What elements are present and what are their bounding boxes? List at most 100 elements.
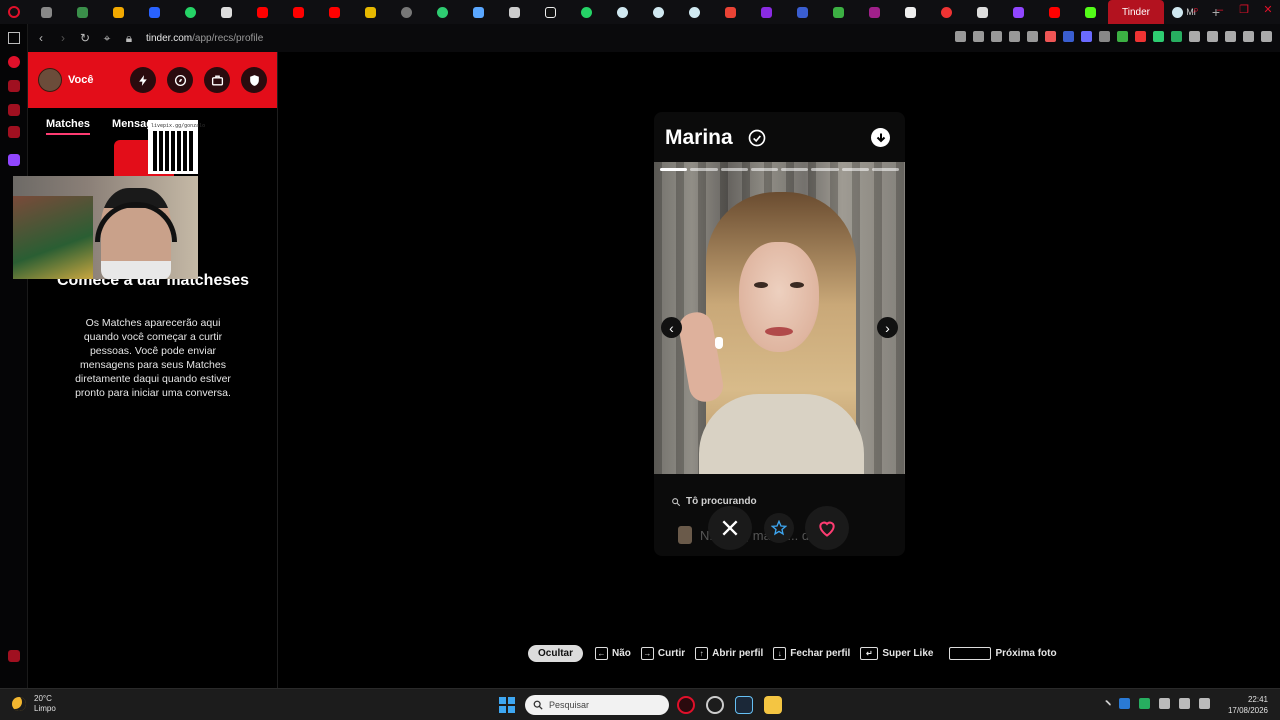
opera-app-icon[interactable] — [677, 696, 695, 714]
tab-pinned[interactable] — [388, 0, 424, 24]
photo-progress-segment[interactable] — [871, 168, 899, 171]
tab-pinned[interactable] — [424, 0, 460, 24]
tab-pinned[interactable] — [1072, 0, 1108, 24]
extension-icon[interactable] — [1153, 31, 1164, 42]
clock[interactable]: 22:41 17/08/2026 — [1228, 694, 1268, 716]
shop-button[interactable] — [204, 67, 230, 93]
tab-pinned[interactable] — [928, 0, 964, 24]
snapshot-icon[interactable] — [973, 31, 984, 42]
tab-tiktok[interactable] — [532, 0, 568, 24]
location-icon[interactable]: ⌖ — [98, 31, 116, 46]
tab-pinned[interactable] — [640, 0, 676, 24]
opera-menu-icon[interactable] — [0, 0, 28, 24]
weather-widget[interactable]: 20°C Limpo — [12, 694, 56, 714]
sidebar-app-icon[interactable] — [8, 126, 20, 138]
microphone-icon[interactable] — [1159, 698, 1170, 709]
tab-pinned[interactable] — [136, 0, 172, 24]
tab-pinned[interactable] — [892, 0, 928, 24]
extension-icon[interactable] — [1063, 31, 1074, 42]
tab-pinned[interactable] — [28, 0, 64, 24]
extension-icon[interactable] — [1117, 31, 1128, 42]
back-button[interactable]: ‹ — [32, 31, 50, 45]
sidebar-app-icon[interactable] — [8, 80, 20, 92]
tray-app-icon[interactable] — [1139, 698, 1150, 709]
heart-icon[interactable] — [1027, 31, 1038, 42]
sidebar-app-icon[interactable] — [8, 104, 20, 116]
extension-icon[interactable] — [1135, 31, 1146, 42]
tab-pinned[interactable] — [352, 0, 388, 24]
tray-chevron-icon[interactable] — [1101, 699, 1112, 710]
tab-matches[interactable]: Matches — [46, 118, 91, 135]
photo-progress-segment[interactable] — [841, 168, 869, 171]
like-button[interactable] — [805, 506, 849, 550]
photo-progress-segment[interactable] — [750, 168, 778, 171]
extension-icon[interactable] — [1081, 31, 1092, 42]
sidebar-aria-icon[interactable] — [8, 56, 20, 68]
sidebar-twitch-icon[interactable] — [8, 154, 20, 166]
explore-button[interactable] — [167, 67, 193, 93]
tab-x[interactable] — [208, 0, 244, 24]
forward-button[interactable]: › — [54, 31, 72, 45]
tab-pinned[interactable] — [604, 0, 640, 24]
boost-button[interactable] — [130, 67, 156, 93]
sidebar-alert-icon[interactable] — [8, 32, 20, 44]
menu-icon[interactable] — [1261, 31, 1272, 42]
steam-app-icon[interactable] — [735, 696, 753, 714]
extension-icon[interactable] — [1171, 31, 1182, 42]
hide-hints-button[interactable]: Ocultar — [528, 644, 584, 662]
photo-progress-segment[interactable] — [660, 168, 688, 171]
tab-youtube[interactable] — [280, 0, 316, 24]
photo-progress-segment[interactable] — [781, 168, 809, 171]
tab-messages[interactable]: Mensag — [112, 118, 153, 135]
profile-photo[interactable]: ‹ › — [654, 162, 905, 474]
tab-pinned[interactable] — [964, 0, 1000, 24]
minimize-button[interactable]: – — [1214, 4, 1226, 16]
tab-youtube[interactable] — [316, 0, 352, 24]
sidebar-more-icon[interactable] — [8, 650, 20, 662]
super-like-button[interactable] — [764, 513, 794, 543]
tab-pinned[interactable] — [64, 0, 100, 24]
avatar[interactable] — [38, 68, 62, 92]
maximize-button[interactable]: ❐ — [1238, 4, 1250, 16]
photo-progress-segment[interactable] — [690, 168, 718, 171]
collapse-profile-button[interactable] — [871, 128, 890, 147]
profile-icon[interactable] — [1207, 31, 1218, 42]
tab-pinned[interactable] — [748, 0, 784, 24]
tab-pinned[interactable] — [460, 0, 496, 24]
extension-icon[interactable] — [1189, 31, 1200, 42]
display-icon[interactable] — [1179, 698, 1190, 709]
opera-gx-app-icon[interactable] — [706, 696, 724, 714]
bookmark-icon[interactable] — [955, 31, 966, 42]
tab-pinned[interactable] — [676, 0, 712, 24]
reload-button[interactable]: ↻ — [76, 31, 94, 45]
tab-twitch[interactable] — [1000, 0, 1036, 24]
download-icon[interactable] — [1225, 31, 1236, 42]
extension-icon[interactable] — [1045, 31, 1056, 42]
photo-progress-segment[interactable] — [720, 168, 748, 171]
photo-progress-segment[interactable] — [811, 168, 839, 171]
ai-icon[interactable] — [1243, 31, 1254, 42]
tab-pinned[interactable] — [100, 0, 136, 24]
previous-photo-button[interactable]: ‹ — [661, 317, 682, 338]
tab-whatsapp[interactable] — [568, 0, 604, 24]
volume-icon[interactable] — [1199, 698, 1210, 709]
taskbar-search[interactable]: Pesquisar — [525, 695, 669, 715]
safety-button[interactable] — [241, 67, 267, 93]
tab-pinned[interactable] — [496, 0, 532, 24]
tab-pinned[interactable] — [856, 0, 892, 24]
tab-pinned[interactable] — [820, 0, 856, 24]
nope-button[interactable] — [708, 506, 752, 550]
tab-whatsapp[interactable] — [172, 0, 208, 24]
play-icon[interactable] — [1009, 31, 1020, 42]
search-tabs-icon[interactable]: ⌕ — [1190, 4, 1202, 16]
tab-tinder[interactable]: Tinder — [1108, 0, 1164, 24]
close-button[interactable]: ✕ — [1262, 4, 1274, 16]
extension-icon[interactable] — [1099, 31, 1110, 42]
tab-youtube[interactable] — [244, 0, 280, 24]
tab-youtube[interactable] — [1036, 0, 1072, 24]
windows-start-icon[interactable] — [499, 697, 515, 713]
tab-pinned[interactable] — [784, 0, 820, 24]
tab-gmail[interactable] — [712, 0, 748, 24]
url-field[interactable]: tinder.com/app/recs/profile — [146, 33, 263, 44]
next-photo-button[interactable]: › — [877, 317, 898, 338]
